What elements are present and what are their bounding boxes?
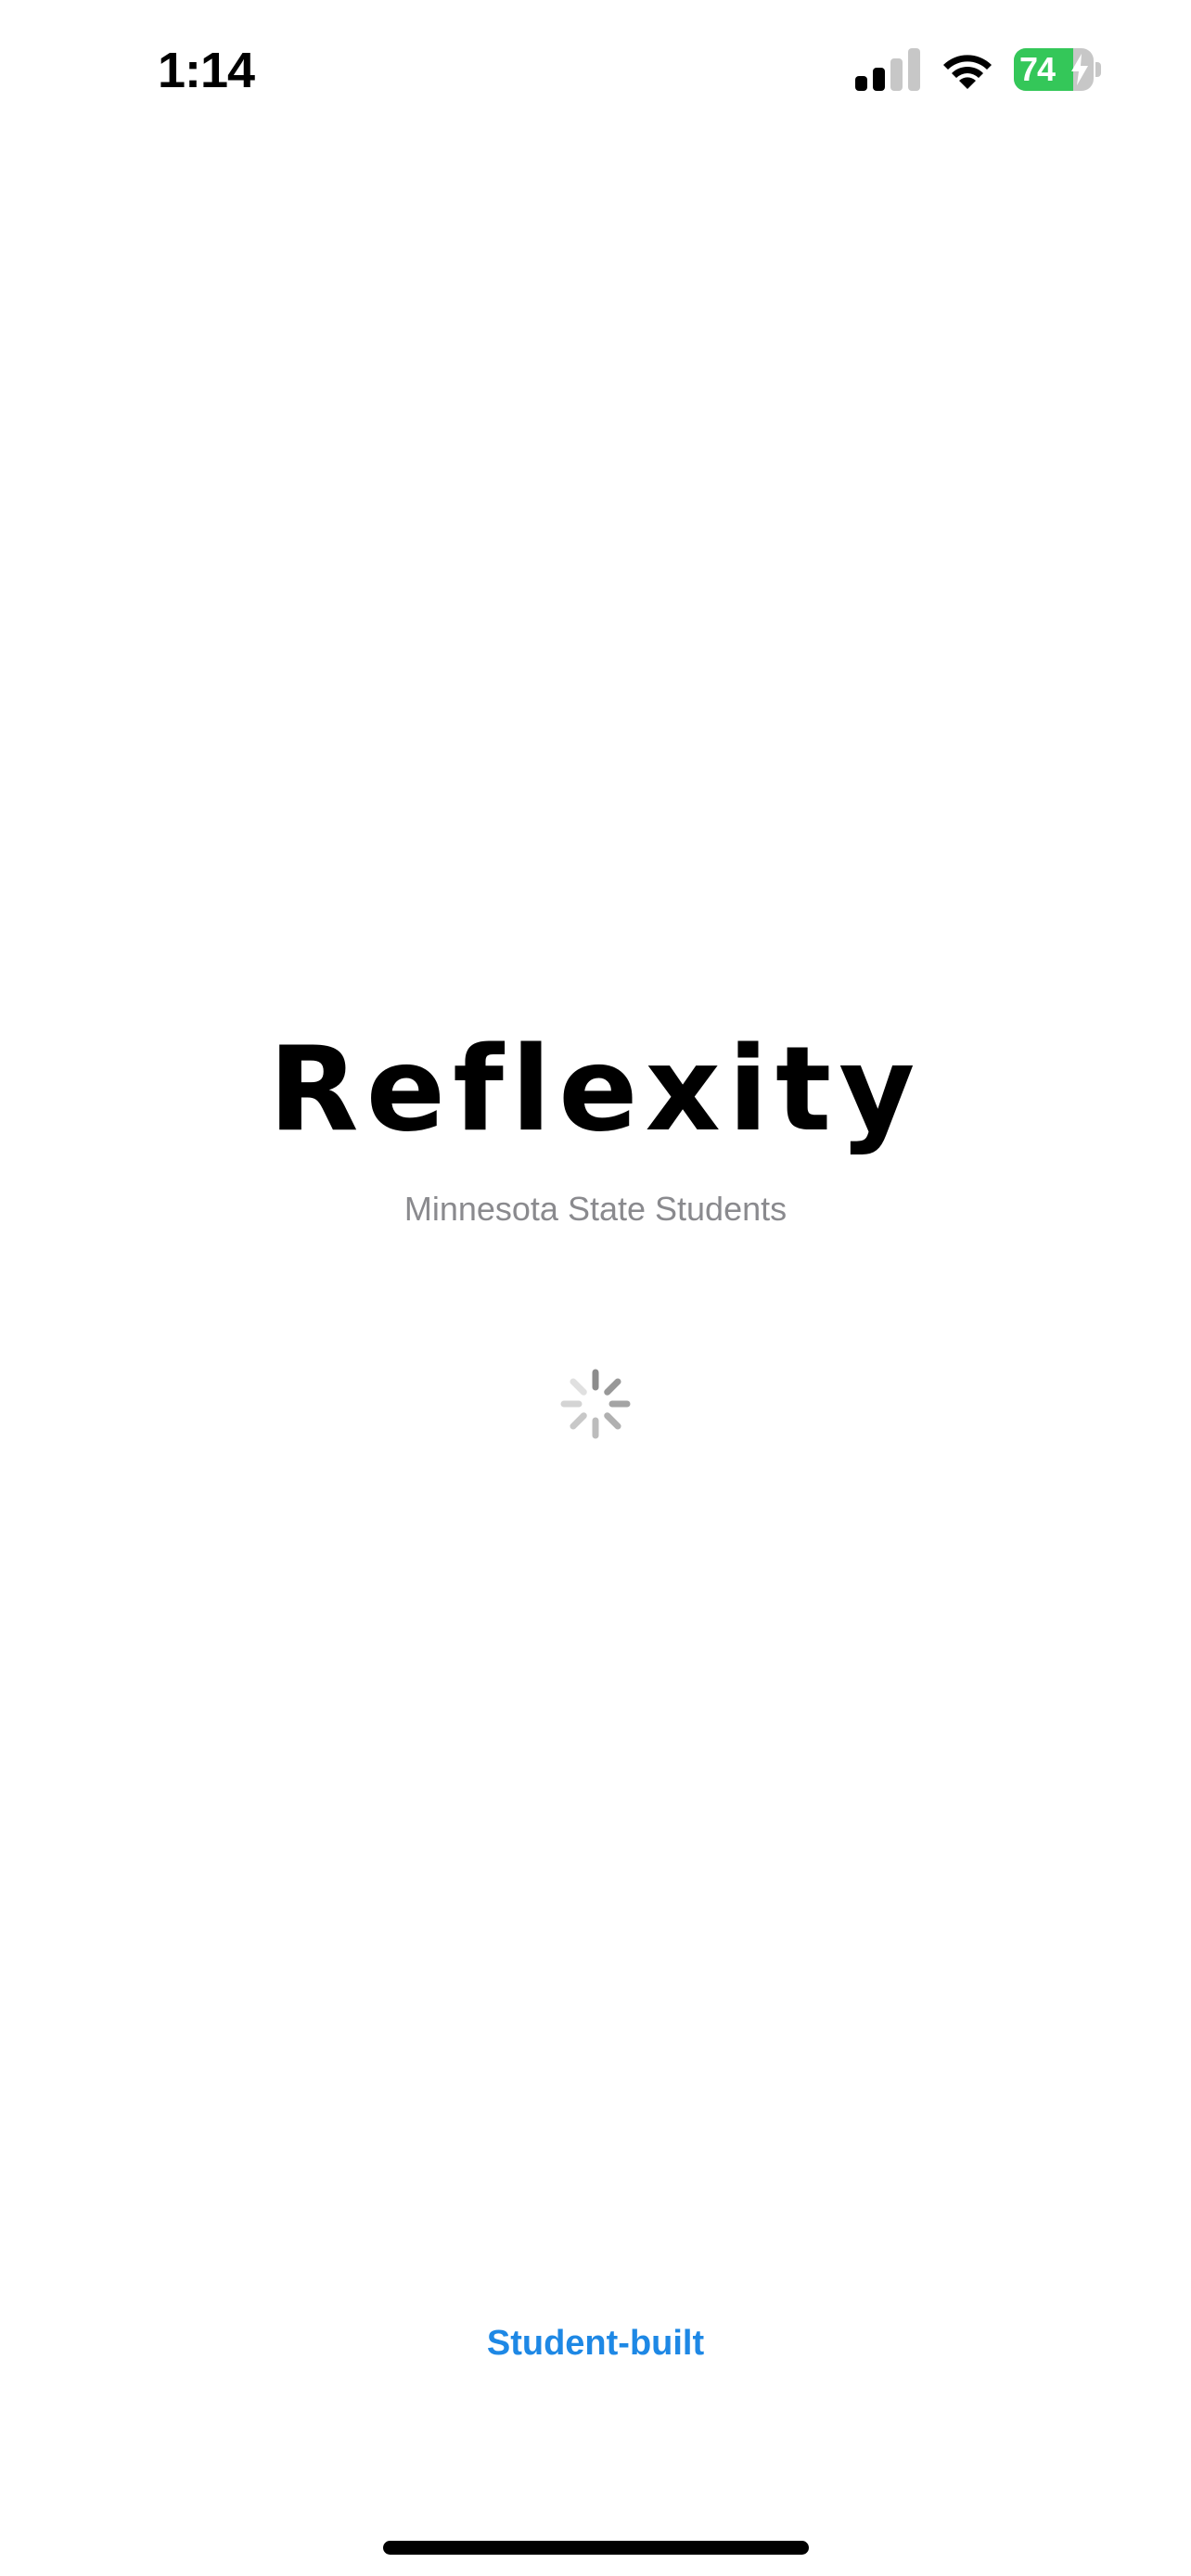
student-built-link[interactable]: Student-built [0, 2320, 1191, 2366]
battery-percent: 74 [1019, 50, 1056, 88]
charging-bolt-icon [1071, 54, 1088, 85]
home-indicator[interactable] [383, 2541, 809, 2555]
spinner-spoke [570, 1378, 587, 1396]
wifi-icon [943, 55, 992, 89]
battery-body: 74 [1014, 48, 1094, 91]
spinner-spoke [604, 1412, 621, 1430]
app-subtitle: Minnesota State Students [403, 1190, 788, 1228]
app-title: Reflexity [268, 1021, 923, 1157]
status-bar: 1:14 74 [0, 0, 1191, 139]
battery-icon: 74 [1014, 48, 1103, 91]
activity-spinner-icon [560, 1369, 631, 1439]
signal-bar [890, 58, 903, 91]
signal-bar [908, 48, 920, 91]
cell-signal-icon [855, 48, 920, 91]
spinner-spoke [570, 1412, 587, 1430]
spinner-spoke [604, 1378, 621, 1396]
battery-nub [1095, 62, 1101, 77]
signal-bar [873, 68, 885, 91]
status-time: 1:14 [158, 43, 255, 98]
signal-bar [855, 76, 867, 91]
